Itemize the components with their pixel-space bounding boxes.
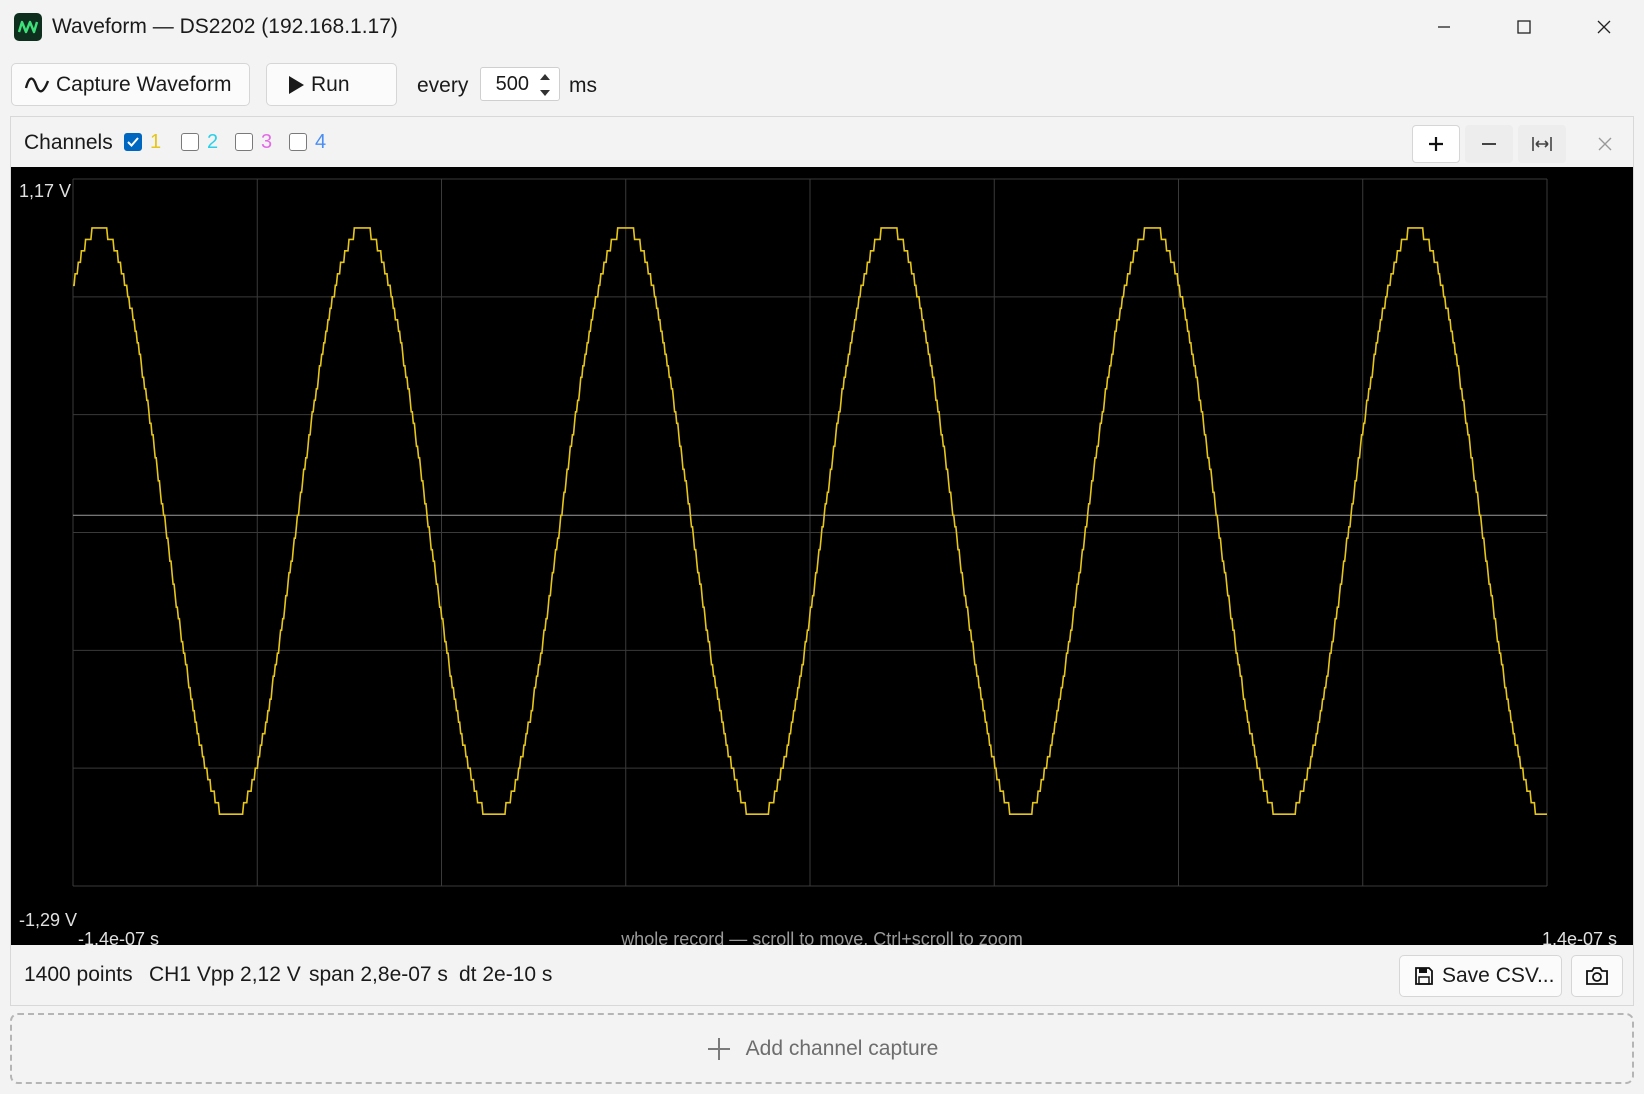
sine-wave-icon xyxy=(24,76,50,92)
camera-icon xyxy=(1586,967,1608,985)
toolbar: Capture Waveform Run every 500 ms xyxy=(0,58,1644,110)
save-icon xyxy=(1415,967,1433,985)
channel-2-checkbox[interactable] xyxy=(181,133,199,151)
zoom-out-button[interactable] xyxy=(1465,125,1513,163)
channel-2-label[interactable]: 2 xyxy=(207,131,218,154)
channel-4-label[interactable]: 4 xyxy=(315,131,326,154)
checkmark-icon xyxy=(127,137,139,147)
minimize-icon xyxy=(1438,26,1450,28)
channel-3-checkbox[interactable] xyxy=(235,133,253,151)
spin-down-button[interactable] xyxy=(535,85,555,100)
waveform-app-icon xyxy=(14,13,42,41)
window-title: Waveform — DS2202 (192.168.1.17) xyxy=(52,15,398,38)
spin-up-button[interactable] xyxy=(535,69,555,84)
capture-waveform-button[interactable]: Capture Waveform xyxy=(11,63,250,106)
minus-icon xyxy=(1482,143,1496,145)
chevron-up-icon xyxy=(540,73,550,80)
maximize-icon xyxy=(1517,20,1531,34)
minimize-button[interactable] xyxy=(1404,0,1484,54)
add-channel-capture-button[interactable]: Add channel capture xyxy=(10,1013,1634,1084)
close-panel-button[interactable] xyxy=(1581,125,1629,163)
plot-svg xyxy=(72,178,1548,887)
interval-spinbox[interactable]: 500 xyxy=(480,67,560,101)
snapshot-button[interactable] xyxy=(1571,955,1623,997)
interval-value[interactable]: 500 xyxy=(496,73,529,96)
points-count: 1400 points xyxy=(24,963,133,986)
channel-bar: Channels 1 2 3 4 xyxy=(11,117,1633,167)
plus-icon xyxy=(707,1037,730,1060)
status-bar: 1400 points CH1 Vpp 2,12 V span 2,8e-07 … xyxy=(11,945,1633,1005)
play-icon xyxy=(289,75,304,94)
capture-waveform-label: Capture Waveform xyxy=(56,72,232,96)
channel-3-label[interactable]: 3 xyxy=(261,131,272,154)
maximize-button[interactable] xyxy=(1484,0,1564,54)
title-bar: Waveform — DS2202 (192.168.1.17) xyxy=(0,0,1644,54)
waveform-plot[interactable]: 1,17 V -1,29 V -1,4e-07 s whole record —… xyxy=(11,167,1633,949)
channel-4-checkbox[interactable] xyxy=(289,133,307,151)
save-csv-label: Save CSV... xyxy=(1442,964,1555,987)
add-channel-capture-label: Add channel capture xyxy=(745,1036,939,1060)
y-axis-max-label: 1,17 V xyxy=(19,181,72,201)
run-label: Run xyxy=(311,72,350,96)
fit-width-icon xyxy=(1532,137,1552,151)
plus-icon xyxy=(1429,137,1443,151)
close-icon xyxy=(1597,20,1611,34)
channels-label: Channels xyxy=(24,131,113,154)
zoom-in-button[interactable] xyxy=(1412,125,1460,163)
save-csv-button[interactable]: Save CSV... xyxy=(1399,955,1562,997)
span-value: span 2,8e-07 s xyxy=(309,963,448,986)
plot-grid xyxy=(72,178,1548,887)
chevron-down-icon xyxy=(540,89,550,96)
close-icon xyxy=(1598,137,1612,151)
y-axis-min-label: -1,29 V xyxy=(19,910,78,930)
ch1-vpp: CH1 Vpp 2,12 V xyxy=(149,963,301,986)
run-button[interactable]: Run xyxy=(266,63,397,106)
close-window-button[interactable] xyxy=(1564,0,1644,54)
waveform-panel: Channels 1 2 3 4 1,17 V -1,29 V -1,4e-07… xyxy=(10,116,1634,1006)
dt-value: dt 2e-10 s xyxy=(459,963,553,986)
ms-label: ms xyxy=(569,74,597,97)
every-label: every xyxy=(417,74,469,97)
channel-1-checkbox[interactable] xyxy=(124,133,142,151)
fit-width-button[interactable] xyxy=(1518,125,1566,163)
channel-1-label[interactable]: 1 xyxy=(150,131,161,154)
